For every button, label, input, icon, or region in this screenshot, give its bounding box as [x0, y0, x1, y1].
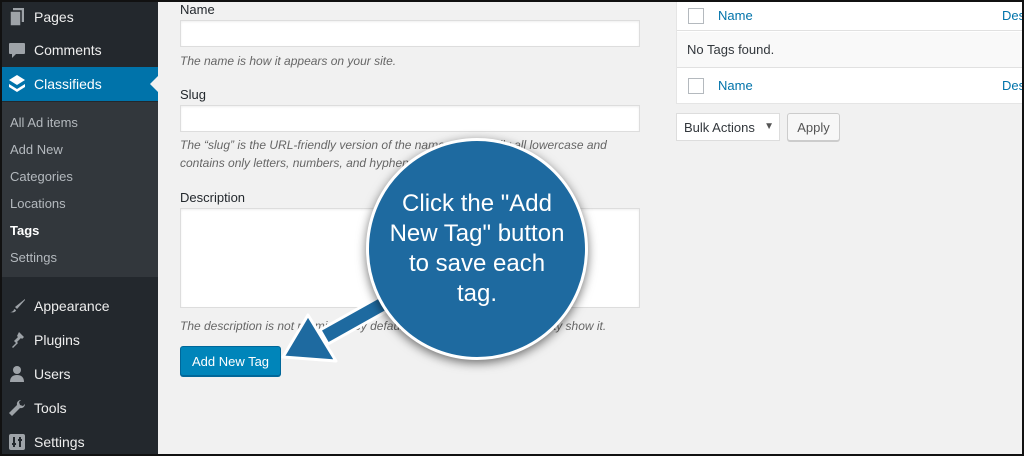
callout-text: Click the "Add New Tag" button to save e… [389, 190, 565, 307]
instruction-callout: Click the "Add New Tag" button to save e… [366, 138, 588, 360]
